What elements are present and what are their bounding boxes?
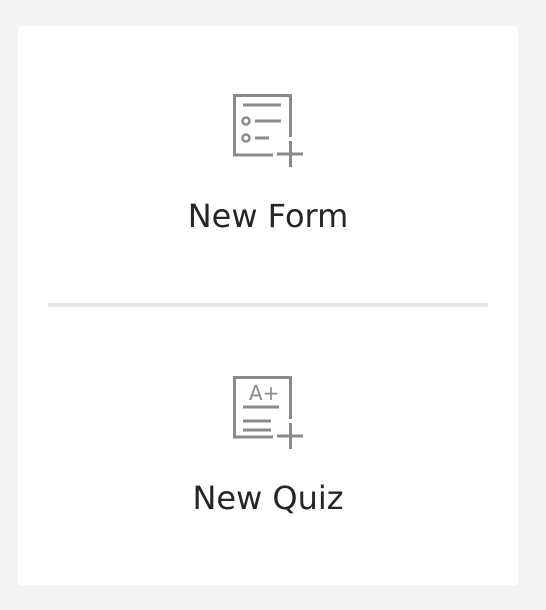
new-form-label: New Form	[187, 197, 349, 235]
quiz-add-icon: A+	[233, 376, 303, 449]
new-quiz-label: New Quiz	[192, 479, 344, 517]
form-add-icon	[233, 94, 303, 167]
new-item-card: New Form A+ New Quiz	[18, 26, 518, 585]
divider	[48, 303, 488, 307]
new-quiz-button[interactable]: A+ New Quiz	[18, 308, 518, 585]
svg-text:A+: A+	[249, 381, 279, 405]
new-form-button[interactable]: New Form	[18, 26, 518, 306]
